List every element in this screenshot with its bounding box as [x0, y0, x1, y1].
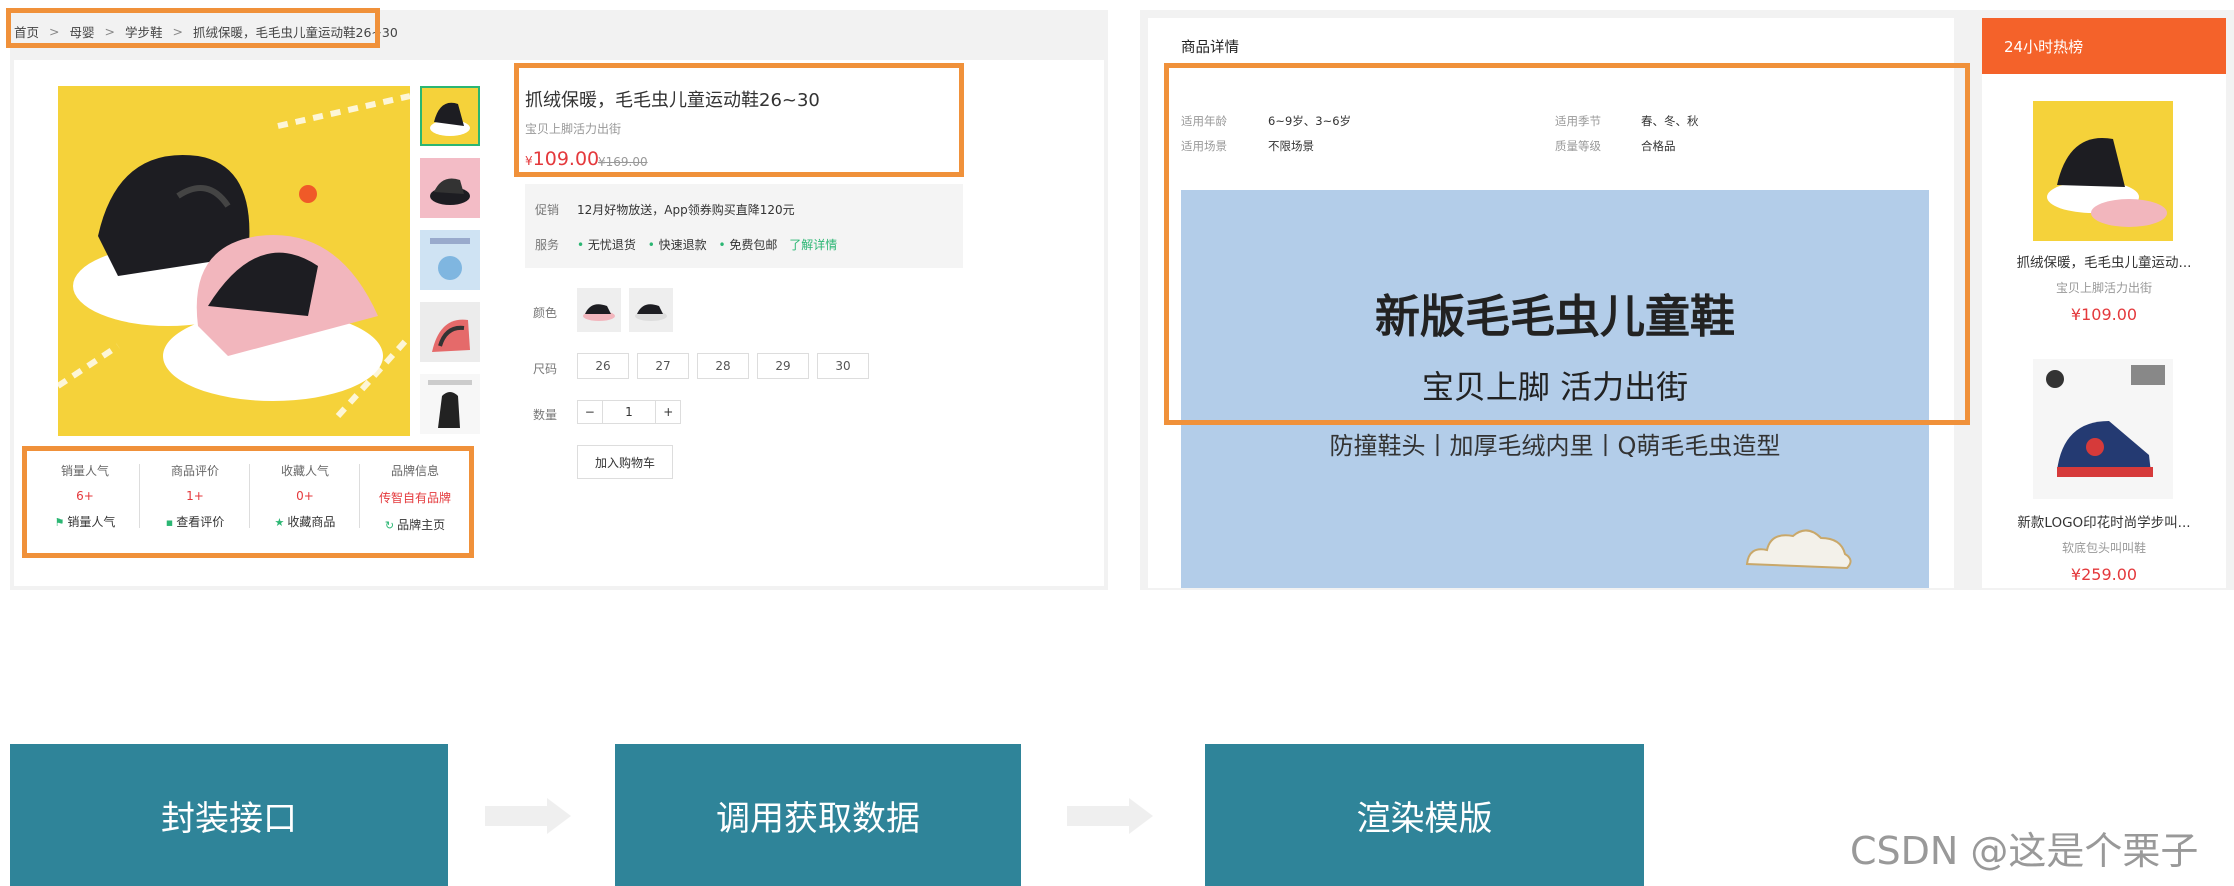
shoe-thumb-icon [430, 102, 470, 136]
promo-box: 促销 12月好物放送，App领券购买直降120元 服务 无忧退货 快速退款 免费… [525, 184, 963, 268]
hot-list-header: 24小时热榜 [1982, 18, 2226, 74]
service-item: 无忧退货 [577, 238, 636, 252]
learn-more-link[interactable]: 了解详情 [789, 238, 837, 252]
thumbnail-4[interactable] [420, 302, 480, 362]
highlight-breadcrumb [6, 8, 380, 48]
hot-item-price: ¥109.00 [2070, 305, 2138, 324]
shoe-thumb-icon [2047, 137, 2167, 227]
shoe-swatch-icon [635, 304, 667, 321]
size-option[interactable]: 26 [577, 353, 629, 379]
thumbnail-1[interactable] [420, 86, 480, 146]
quantity-stepper: − 1 + [577, 400, 681, 424]
thumbnail-3[interactable] [420, 230, 480, 290]
hot-item-price: ¥259.00 [2070, 565, 2138, 584]
size-option[interactable]: 28 [697, 353, 749, 379]
hot-item-name[interactable]: 抓绒保暖，毛毛虫儿童运动... [1982, 251, 2226, 271]
hot-item-name[interactable]: 新款LOGO印花时尚学步叫... [1982, 511, 2226, 531]
shoe-illustration [58, 86, 410, 436]
shoe-thumb-icon [2046, 365, 2165, 477]
add-to-cart-button[interactable]: 加入购物车 [577, 445, 673, 479]
highlight-product-info [514, 63, 964, 177]
quantity-decrease-button[interactable]: − [578, 401, 603, 423]
shoe-swatch-icon [583, 304, 615, 321]
size-option[interactable]: 30 [817, 353, 869, 379]
detail-thumb-icon [432, 319, 470, 352]
thumbnail-2[interactable] [420, 158, 480, 218]
color-option-pink[interactable] [577, 288, 621, 332]
hot-item-image[interactable] [2033, 101, 2173, 241]
quantity-increase-button[interactable]: + [655, 401, 680, 423]
color-option-black[interactable] [629, 288, 673, 332]
flow-step-wrap-api: 封装接口 [10, 744, 448, 886]
highlight-stats [22, 446, 474, 558]
arrow-right-icon [1067, 798, 1153, 834]
arrow-right-icon [485, 798, 571, 834]
shoe-thumb-icon [430, 178, 470, 205]
tab-product-details[interactable]: 商品详情 [1181, 36, 1239, 57]
service-item: 免费包邮 [719, 238, 778, 252]
size-option[interactable]: 29 [757, 353, 809, 379]
promo-label: 促销 [535, 203, 560, 217]
hot-item-image[interactable] [2033, 359, 2173, 499]
service-item: 快速退款 [648, 238, 707, 252]
quantity-input[interactable]: 1 [603, 401, 656, 423]
size-label: 尺码 [533, 362, 558, 376]
hot-item-subtitle: 软底包头叫叫鞋 [2061, 541, 2146, 555]
highlight-details [1164, 63, 1970, 425]
detail-thumb-icon [428, 380, 472, 428]
service-label: 服务 [535, 238, 560, 252]
product-main-image [58, 86, 410, 436]
flow-step-fetch-data: 调用获取数据 [615, 744, 1021, 886]
feature-thumb-icon [430, 238, 470, 280]
service-list: 无忧退货 快速退款 免费包邮 了解详情 [577, 236, 837, 253]
promo-text: 12月好物放送，App领券购买直降120元 [577, 203, 795, 217]
color-label: 颜色 [533, 306, 558, 320]
quantity-label: 数量 [533, 408, 558, 422]
watermark: CSDN @这是个栗子 [1850, 829, 2199, 873]
hot-item-subtitle: 宝贝上脚活力出街 [2055, 281, 2152, 295]
banner-features: 防撞鞋头丨加厚毛绒内里丨Q萌毛毛虫造型 [1329, 432, 1781, 460]
flow-step-render-template: 渲染模版 [1205, 744, 1644, 886]
thumbnail-5[interactable] [420, 374, 480, 434]
cloud-icon [1745, 529, 1852, 570]
size-option[interactable]: 27 [637, 353, 689, 379]
